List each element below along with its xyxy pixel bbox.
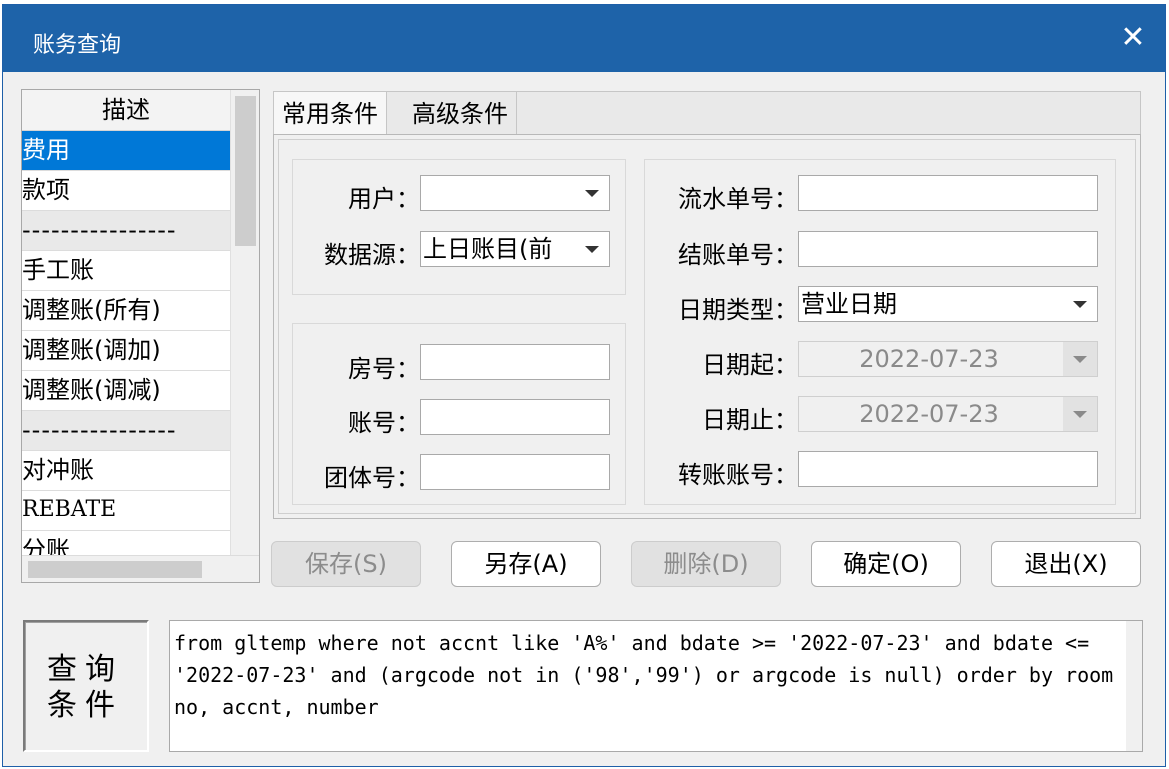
description-list: 描述 费用 款项 ---------------- 手工账 调整账(所有) 调整… <box>21 89 260 583</box>
datasource-dropdown[interactable]: 上日账目(前 <box>420 231 610 267</box>
tab-panel-common: 用户： 数据源： 上日账目(前 房号： 账号： 团体号： 流水单号： 结账单号：… <box>273 134 1141 519</box>
list-header: 描述 <box>22 90 230 131</box>
account-label: 账号： <box>348 409 420 437</box>
date-to-value: 2022-07-23 <box>859 400 999 428</box>
list-items: 费用 款项 ---------------- 手工账 调整账(所有) 调整账(调… <box>22 131 230 557</box>
group-input[interactable] <box>420 454 610 490</box>
list-item-adjust-all[interactable]: 调整账(所有) <box>22 291 230 331</box>
date-from-label: 日期起： <box>702 351 798 379</box>
chevron-down-icon[interactable] <box>1063 342 1097 376</box>
list-item-adjust-sub[interactable]: 调整账(调减) <box>22 371 230 411</box>
list-item-separator[interactable]: ---------------- <box>22 211 230 251</box>
datasource-label: 数据源： <box>324 241 420 269</box>
close-icon[interactable]: ✕ <box>1115 21 1151 57</box>
sql-vertical-scrollbar[interactable] <box>1126 621 1142 751</box>
query-condition-label: 查询 条件 <box>47 652 123 723</box>
date-to-picker[interactable]: 2022-07-23 <box>798 396 1098 432</box>
date-from-value: 2022-07-23 <box>859 345 999 373</box>
user-label: 用户： <box>348 185 420 213</box>
account-query-dialog: 账务查询 ✕ 描述 费用 款项 ---------------- 手工账 调整账… <box>2 4 1166 767</box>
list-horizontal-scrollbar[interactable] <box>22 555 259 582</box>
user-dropdown[interactable] <box>420 175 610 211</box>
chevron-down-icon[interactable] <box>1063 397 1097 431</box>
list-item-manual[interactable]: 手工账 <box>22 251 230 291</box>
datasource-value: 上日账目(前 <box>423 235 553 263</box>
save-button[interactable]: 保存(S) <box>271 541 421 587</box>
chevron-down-icon[interactable] <box>575 176 609 210</box>
group-label: 团体号： <box>324 464 420 492</box>
transfer-label: 转账账号： <box>678 461 798 489</box>
delete-button[interactable]: 删除(D) <box>631 541 781 587</box>
query-sql-textarea[interactable]: from gltemp where not accnt like 'A%' an… <box>169 620 1143 752</box>
room-input[interactable] <box>420 344 610 380</box>
tab-common-conditions[interactable]: 常用条件 <box>274 92 387 137</box>
list-item-fee[interactable]: 费用 <box>22 131 230 171</box>
tab-advanced-conditions[interactable]: 高级条件 <box>404 92 517 136</box>
title-bar[interactable]: 账务查询 ✕ <box>3 5 1165 72</box>
ok-button[interactable]: 确定(O) <box>811 541 961 587</box>
room-label: 房号： <box>348 355 420 383</box>
datetype-dropdown[interactable]: 营业日期 <box>798 286 1098 322</box>
list-item-payment[interactable]: 款项 <box>22 171 230 211</box>
list-vertical-scroll-thumb[interactable] <box>235 96 256 246</box>
list-item-separator[interactable]: ---------------- <box>22 411 230 451</box>
list-horizontal-scroll-thumb[interactable] <box>28 561 202 578</box>
list-item-split[interactable]: 分账 <box>22 531 230 557</box>
query-condition-button[interactable]: 查询 条件 <box>23 620 149 752</box>
date-from-picker[interactable]: 2022-07-23 <box>798 341 1098 377</box>
checkout-input[interactable] <box>798 231 1098 267</box>
datetype-label: 日期类型： <box>678 296 798 324</box>
serial-input[interactable] <box>798 175 1098 211</box>
list-vertical-scrollbar[interactable] <box>230 90 259 555</box>
list-item-adjust-add[interactable]: 调整账(调加) <box>22 331 230 371</box>
datetype-value: 营业日期 <box>801 290 897 318</box>
checkout-label: 结账单号： <box>678 241 798 269</box>
query-sql-text: from gltemp where not accnt like 'A%' an… <box>174 631 1114 719</box>
serial-label: 流水单号： <box>678 185 798 213</box>
chevron-down-icon[interactable] <box>575 232 609 266</box>
date-to-label: 日期止： <box>702 406 798 434</box>
tab-strip: 常用条件 高级条件 <box>273 91 1141 137</box>
transfer-input[interactable] <box>798 451 1098 487</box>
list-item-rebate[interactable]: REBATE <box>22 491 230 531</box>
save-as-button[interactable]: 另存(A) <box>451 541 601 587</box>
chevron-down-icon[interactable] <box>1063 287 1097 321</box>
account-input[interactable] <box>420 399 610 435</box>
list-item-offset[interactable]: 对冲账 <box>22 451 230 491</box>
exit-button[interactable]: 退出(X) <box>991 541 1141 587</box>
window-title: 账务查询 <box>33 33 122 58</box>
